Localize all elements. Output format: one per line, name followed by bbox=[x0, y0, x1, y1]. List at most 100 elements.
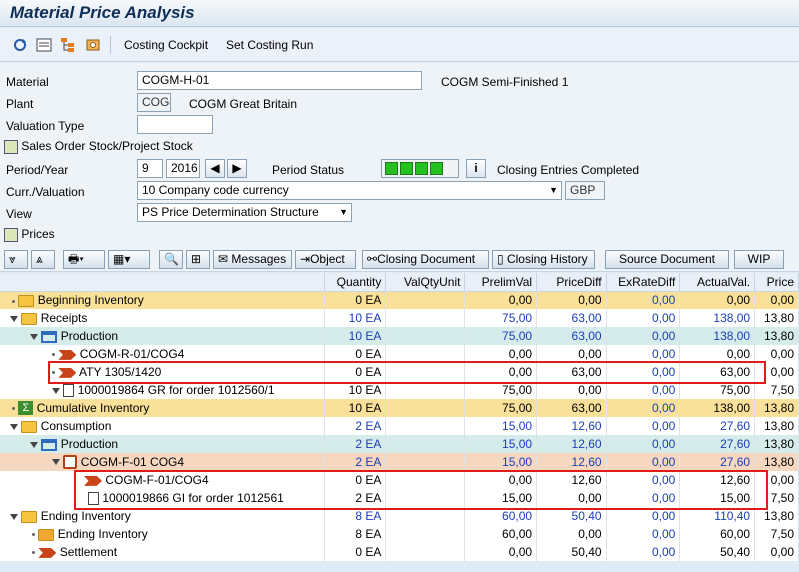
expand-all-button[interactable]: ⩔ bbox=[4, 250, 28, 269]
valuation-type-input[interactable] bbox=[137, 115, 213, 134]
table-cell: 0,00 bbox=[606, 309, 681, 327]
table-cell: Receipts bbox=[0, 309, 326, 327]
table-cell bbox=[385, 453, 466, 471]
view-value: PS Price Determination Structure bbox=[142, 205, 319, 219]
structure-button[interactable]: ⊞ bbox=[186, 250, 210, 269]
table-cell: 0 EA bbox=[324, 291, 387, 309]
document-icon[interactable] bbox=[85, 37, 101, 53]
table-cell bbox=[385, 543, 466, 561]
messages-label: Messages bbox=[231, 252, 287, 266]
info-button[interactable]: i bbox=[466, 159, 486, 178]
leaf-bullet-icon bbox=[12, 299, 15, 303]
cell-value: 2 bbox=[355, 437, 363, 451]
table-row[interactable]: Receipts 10 EA 75,00 63,00 0,00 138,00 13,80 bbox=[0, 309, 799, 327]
column-header[interactable]: Quantity bbox=[324, 273, 387, 292]
table-cell: 15,00 bbox=[464, 453, 538, 471]
column-header[interactable]: PrelimVal bbox=[464, 273, 538, 292]
table-row[interactable]: COGM-F-01 COG4 2 EA 15,00 12,60 0,00 27,60 1… bbox=[0, 453, 799, 471]
collapse-icon: ⩓ bbox=[36, 252, 43, 266]
magnifier-icon: 🔍 bbox=[164, 252, 179, 266]
table-row[interactable]: Production 10 EA 75,00 63,00 0,00 138,00 13,… bbox=[0, 327, 799, 345]
table-cell bbox=[385, 525, 466, 543]
column-header[interactable]: PriceDiff bbox=[536, 273, 607, 292]
status-light-icon bbox=[430, 162, 443, 175]
costing-cockpit-button[interactable]: Costing Cockpit bbox=[124, 38, 208, 52]
period-status-label: Period Status bbox=[272, 163, 345, 177]
leaf-bullet-icon bbox=[32, 533, 35, 537]
expand-arrow-icon[interactable] bbox=[52, 459, 60, 466]
currency-valuation-select[interactable]: 10 Company code currency ▼ bbox=[137, 181, 562, 200]
sales-order-stock-button[interactable]: Sales Order Stock/Project Stock bbox=[4, 138, 193, 157]
set-costing-run-button[interactable]: Set Costing Run bbox=[226, 38, 313, 52]
year-input[interactable]: 2016 bbox=[166, 159, 200, 178]
info-icon: i bbox=[474, 161, 478, 175]
folder-icon bbox=[18, 295, 35, 308]
find-button[interactable]: 🔍 bbox=[159, 250, 183, 269]
expand-arrow-icon[interactable] bbox=[10, 513, 18, 520]
table-row[interactable]: Production 2 EA 15,00 12,60 0,00 27,60 13,80 bbox=[0, 435, 799, 453]
table-cell: 27,60 bbox=[679, 453, 756, 471]
table-cell: Production bbox=[0, 327, 326, 345]
messages-button[interactable]: ✉ Messages bbox=[213, 250, 292, 269]
table-row[interactable]: Beginning Inventory 0 EA 0,00 0,00 0,00 0,0… bbox=[0, 291, 799, 309]
next-period-button[interactable]: ▶ bbox=[227, 159, 247, 178]
expand-arrow-icon[interactable] bbox=[52, 387, 60, 394]
closing-history-button[interactable]: ▯ Closing History bbox=[492, 250, 595, 269]
previous-period-button[interactable]: ◀ bbox=[205, 159, 225, 178]
collapse-all-button[interactable]: ⩓ bbox=[31, 250, 55, 269]
highlight-box bbox=[48, 361, 766, 384]
wip-button[interactable]: WIP bbox=[734, 250, 784, 269]
refresh-icon[interactable] bbox=[12, 37, 28, 53]
cell-value: EA bbox=[365, 293, 382, 308]
expand-arrow-icon[interactable] bbox=[10, 315, 18, 322]
period-input[interactable]: 9 bbox=[137, 159, 163, 178]
selection-form: Material COGM-H-01 COGM Semi-Finished 1 … bbox=[0, 63, 799, 248]
page-icon: ▯ bbox=[497, 252, 504, 266]
plant-input[interactable]: COG4 bbox=[137, 93, 171, 112]
column-header[interactable]: ActualVal. bbox=[679, 273, 756, 292]
sales-order-stock-label: Sales Order Stock/Project Stock bbox=[21, 139, 193, 153]
cell-value: 0 bbox=[355, 293, 363, 308]
column-header[interactable]: Price bbox=[754, 273, 799, 292]
row-label: COGM-F-01 COG4 bbox=[80, 454, 185, 469]
view-select[interactable]: PS Price Determination Structure ▼ bbox=[137, 203, 352, 222]
expand-arrow-icon[interactable] bbox=[30, 441, 38, 448]
cell-value: EA bbox=[365, 509, 382, 523]
expand-arrow-icon[interactable] bbox=[30, 333, 38, 340]
closing-document-button[interactable]: ⚯Closing Document bbox=[362, 250, 489, 269]
hierarchy-icon[interactable] bbox=[60, 37, 76, 53]
table-cell: 0,00 bbox=[754, 543, 799, 561]
table-row[interactable]: Consumption 2 EA 15,00 12,60 0,00 27,60 13,8… bbox=[0, 417, 799, 435]
table-row[interactable]: Σ Cumulative Inventory 10 EA 75,00 63,00 0… bbox=[0, 399, 799, 417]
order-icon bbox=[63, 455, 78, 470]
row-label: Production bbox=[60, 437, 119, 451]
valuation-type-label: Valuation Type bbox=[6, 119, 85, 133]
table-cell: 13,80 bbox=[754, 453, 799, 471]
folder-open-icon bbox=[21, 312, 38, 325]
leaf-bullet-icon bbox=[32, 551, 35, 555]
table-cell: 10 EA bbox=[324, 309, 387, 327]
object-button[interactable]: ⇥Object bbox=[295, 250, 356, 269]
table-cell: 0,00 bbox=[464, 543, 538, 561]
printer-icon: 🖶▾ bbox=[68, 252, 84, 266]
folder-open-icon bbox=[21, 420, 38, 433]
table-cell: 0,00 bbox=[606, 543, 681, 561]
prices-button[interactable]: Prices bbox=[4, 226, 55, 245]
table-cell: 75,00 bbox=[464, 309, 538, 327]
table-row[interactable]: Settlement 0 EA 0,00 50,40 0,00 50,40 0,00 bbox=[0, 543, 799, 561]
print-button[interactable]: 🖶▾ bbox=[63, 250, 105, 269]
object-icon: ⇥ bbox=[300, 252, 311, 266]
closing-history-label: Closing History bbox=[506, 252, 588, 266]
table-cell: 13,80 bbox=[754, 435, 799, 453]
table-row[interactable]: Ending Inventory 8 EA 60,00 0,00 0,00 60,00… bbox=[0, 525, 799, 543]
source-document-button[interactable]: Source Document bbox=[605, 250, 729, 269]
material-input[interactable]: COGM-H-01 bbox=[137, 71, 422, 90]
layout-button[interactable]: ▦▾ bbox=[108, 250, 150, 269]
expand-arrow-icon[interactable] bbox=[10, 423, 18, 430]
table-cell: 2 EA bbox=[324, 417, 387, 435]
cell-value: 10 bbox=[348, 401, 363, 415]
column-header[interactable]: ValQtyUnit bbox=[385, 273, 466, 292]
list-view-icon[interactable] bbox=[36, 37, 52, 53]
column-header[interactable]: ExRateDiff bbox=[606, 273, 681, 292]
plant-description: COGM Great Britain bbox=[189, 97, 298, 111]
